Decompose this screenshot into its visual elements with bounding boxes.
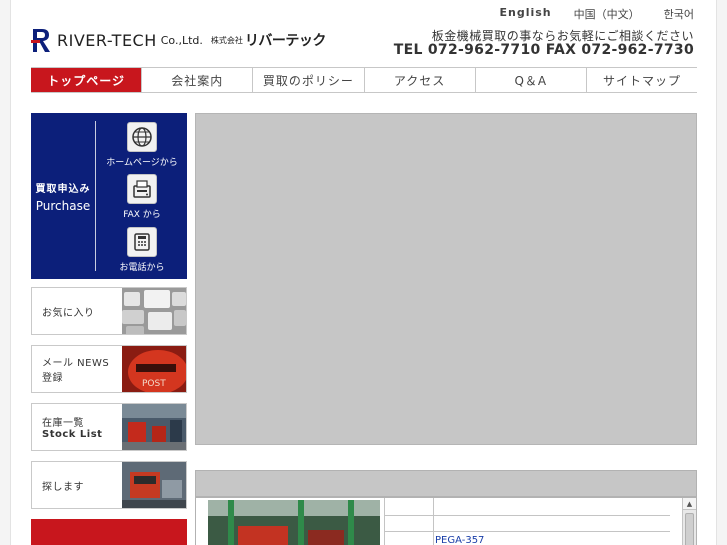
- nav-item-qa[interactable]: Q＆A: [474, 68, 586, 92]
- purchase-label: 買取申込み Purchase: [31, 113, 95, 279]
- phone-icon: [127, 227, 157, 257]
- search-request-label: 探します: [42, 481, 84, 493]
- nav-item-policy[interactable]: 買取のポリシー: [252, 68, 363, 92]
- stock-table: PEGA-357: [384, 498, 670, 545]
- mail-news-label: メール NEWS: [42, 358, 110, 369]
- nav-item-company[interactable]: 会社案内: [141, 68, 252, 92]
- search-request-text: 探します: [32, 462, 122, 508]
- purchase-phone-button[interactable]: お電話から: [101, 227, 183, 273]
- purchase-phone-label: お電話から: [119, 263, 165, 273]
- post-box-image: POST: [122, 346, 186, 392]
- nav-item-sitemap[interactable]: サイトマップ: [585, 68, 697, 92]
- table-row: [385, 516, 670, 532]
- language-switcher: English 中国（中文） 한국어: [499, 6, 694, 22]
- stock-list-label: 在庫一覧: [42, 418, 84, 429]
- fax-icon: [127, 174, 157, 204]
- favorites-label: お気に入り: [42, 307, 95, 319]
- header-contact: TEL 072-962-7710 FAX 072-962-7730: [393, 42, 694, 58]
- purchase-web-button[interactable]: ホームページから: [101, 122, 183, 168]
- stock-list-text: 在庫一覧 Stock List: [32, 404, 122, 450]
- purchase-web-label: ホームページから: [106, 158, 178, 168]
- purchase-fax-button[interactable]: FAX から: [101, 174, 183, 220]
- global-nav: トップページ 会社案内 買取のポリシー アクセス Q＆A サイトマップ: [31, 67, 697, 93]
- panel-scrollbar[interactable]: ▲: [682, 498, 696, 545]
- globe-icon: [127, 122, 157, 152]
- stock-photo[interactable]: [208, 500, 380, 545]
- page: RIVER-TECH Co.,Ltd. 株式会社 リバーテック English …: [10, 0, 717, 545]
- machine-image: [122, 462, 186, 508]
- nav-item-access[interactable]: アクセス: [363, 68, 475, 92]
- purchase-fax-label: FAX から: [123, 210, 161, 220]
- hero-slideshow: [195, 113, 697, 445]
- mail-news-button[interactable]: メール NEWS 登録 POST: [31, 345, 187, 393]
- logo-company-suffix: Co.,Ltd.: [160, 33, 203, 47]
- lang-chinese-link[interactable]: 中国（中文）: [574, 6, 640, 22]
- keyboard-image: [122, 288, 186, 334]
- search-request-button[interactable]: 探します: [31, 461, 187, 509]
- nav-item-top[interactable]: トップページ: [31, 68, 142, 92]
- logo-r-icon: [31, 27, 52, 53]
- mail-news-label-2: 登録: [42, 373, 63, 384]
- stock-list-button[interactable]: 在庫一覧 Stock List: [31, 403, 187, 451]
- logo-jp-name: リバーテック: [244, 33, 327, 49]
- factory-image: [122, 404, 186, 450]
- site-logo[interactable]: RIVER-TECH Co.,Ltd. 株式会社 リバーテック: [31, 27, 326, 53]
- lang-english-link[interactable]: English: [499, 6, 551, 22]
- logo-jp-prefix: 株式会社: [210, 35, 243, 45]
- favorites-button[interactable]: お気に入り: [31, 287, 187, 335]
- purchase-title-en: Purchase: [35, 198, 91, 213]
- purchase-title-jp: 買取申込み: [35, 183, 91, 195]
- scroll-up-icon[interactable]: ▲: [683, 498, 696, 510]
- svg-text:POST: POST: [142, 379, 166, 389]
- favorites-text: お気に入り: [32, 288, 122, 334]
- table-row: [385, 498, 670, 516]
- logo-name: RIVER-TECH: [57, 30, 157, 50]
- purchase-box: 買取申込み Purchase ホームページから FAX から お電話から: [31, 113, 187, 279]
- lang-korean-link[interactable]: 한국어: [664, 6, 694, 22]
- purchase-divider: [95, 121, 96, 271]
- stock-model-link[interactable]: PEGA-357: [435, 535, 484, 545]
- sidebar-red-banner[interactable]: [31, 519, 187, 545]
- stock-panel-header: [195, 470, 697, 497]
- scroll-thumb[interactable]: [685, 513, 694, 545]
- mail-news-text: メール NEWS 登録: [32, 346, 122, 392]
- stock-panel: PEGA-357 ▲: [195, 497, 697, 545]
- stock-list-label-en: Stock List: [42, 429, 103, 440]
